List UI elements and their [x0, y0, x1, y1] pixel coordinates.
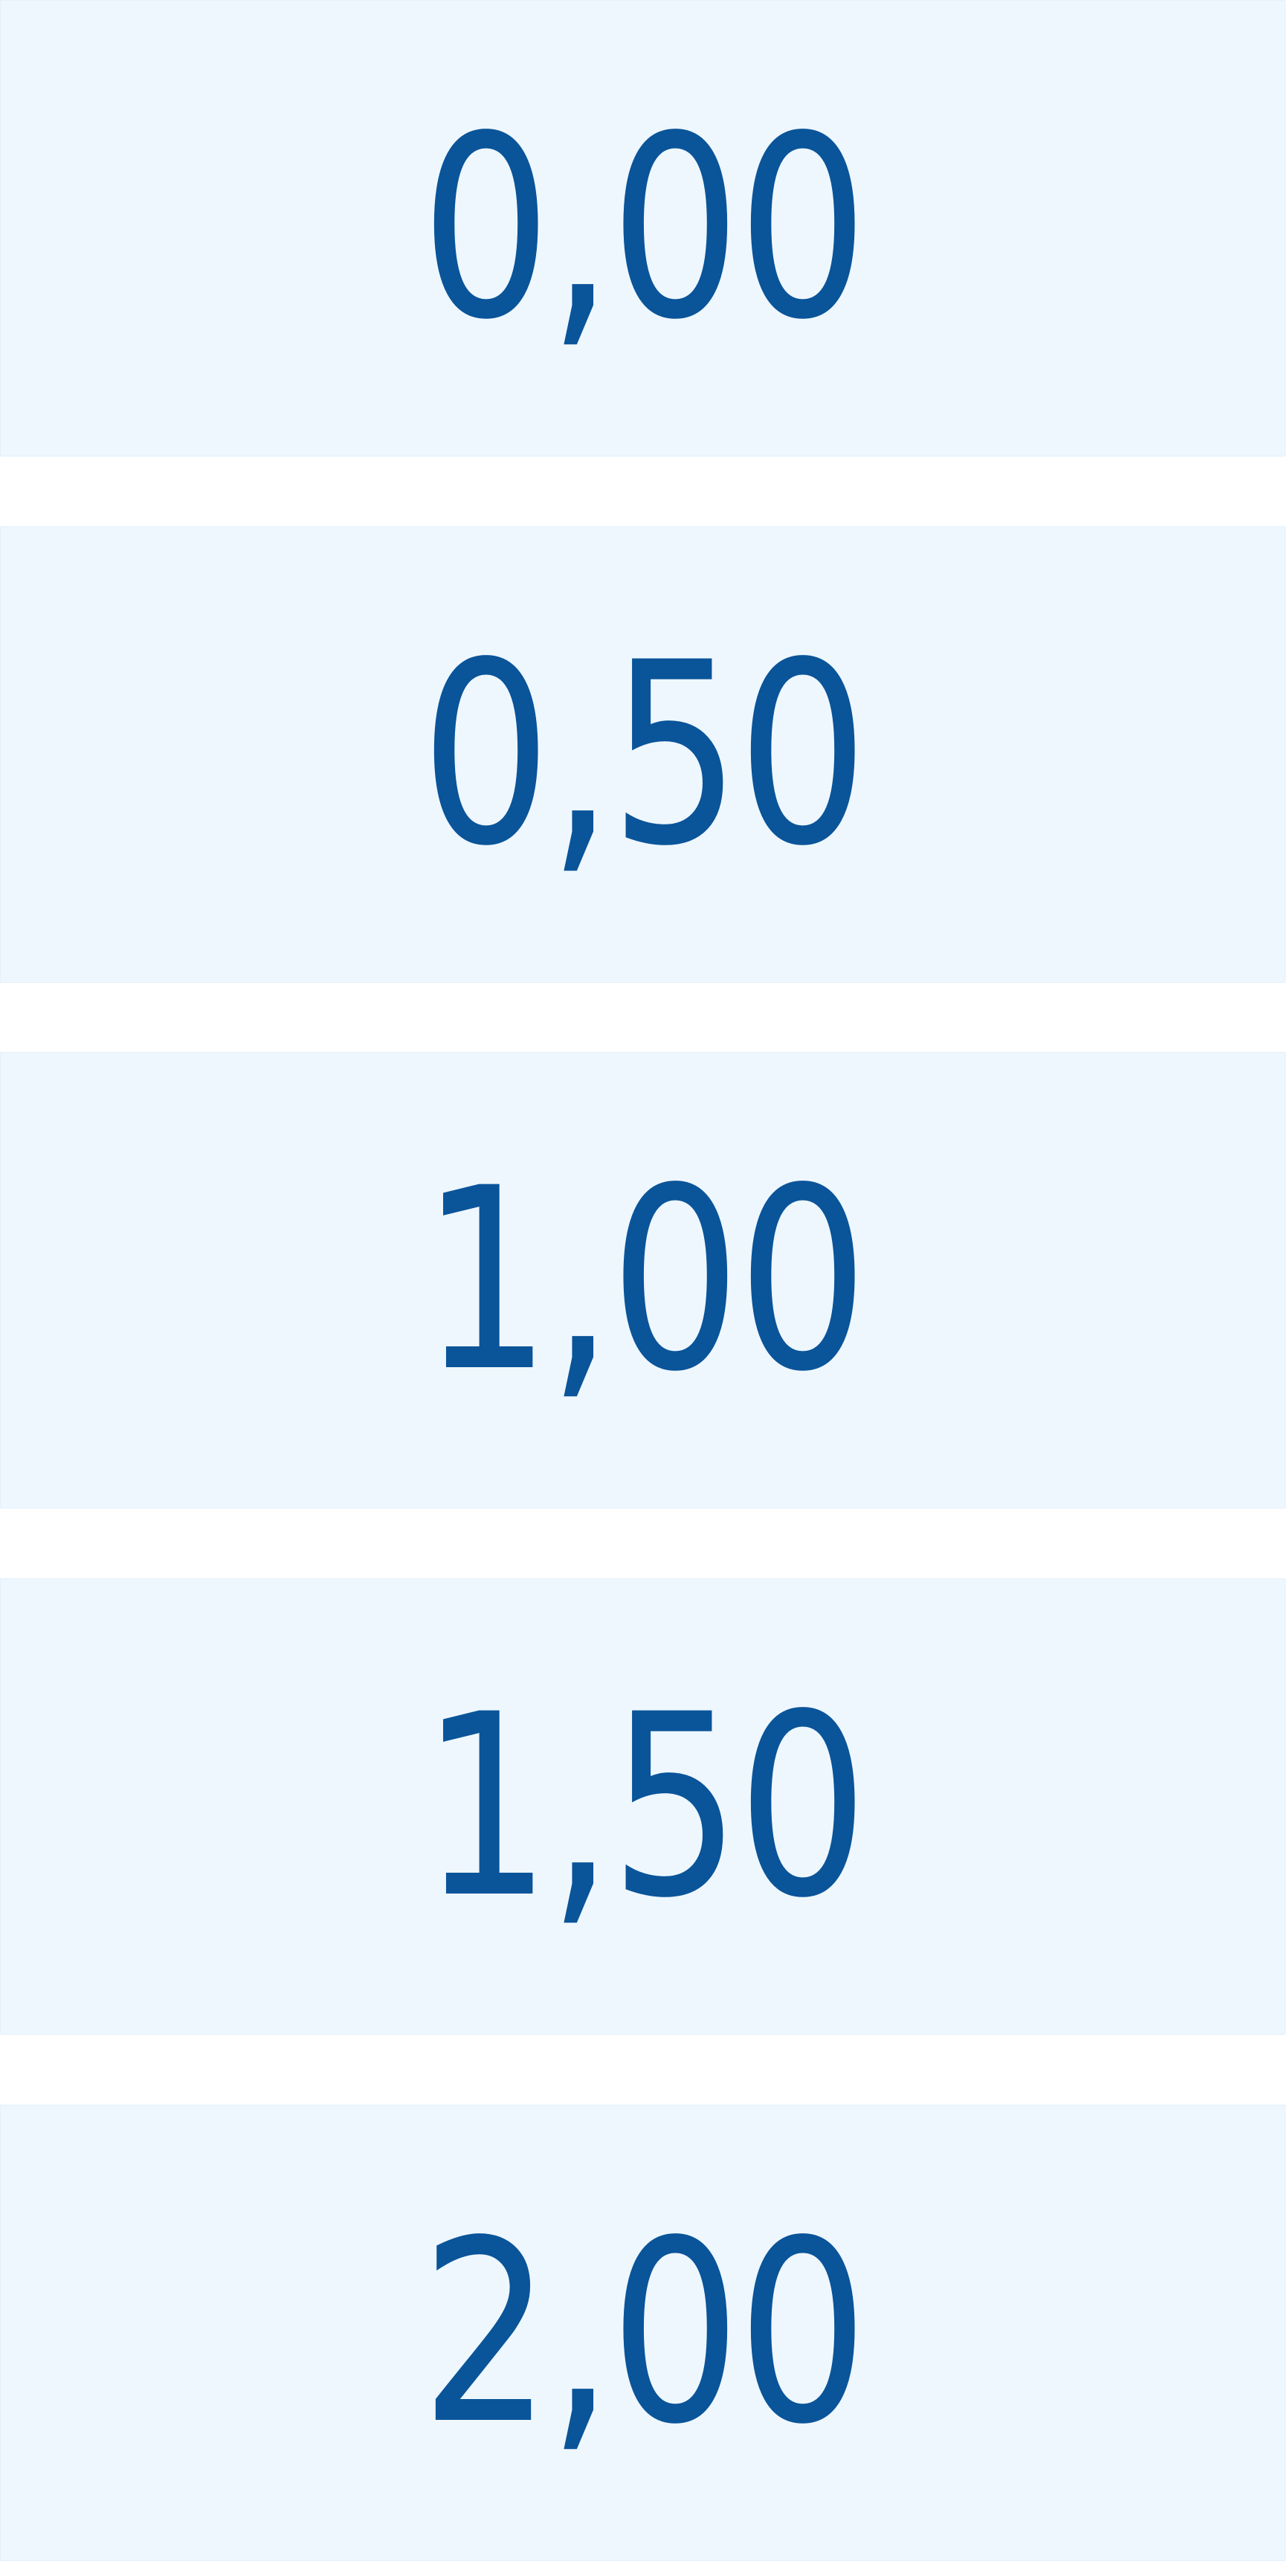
value-option-label: 2,00: [420, 2186, 868, 2479]
value-option-1-00[interactable]: 1,00: [0, 1052, 1286, 1508]
value-option-label: 1,50: [420, 1660, 868, 1953]
value-option-label: 0,00: [420, 82, 868, 375]
value-option-0-00[interactable]: 0,00: [0, 0, 1286, 456]
value-option-1-50[interactable]: 1,50: [0, 1578, 1286, 2035]
value-option-list: 0,00 0,50 1,00 1,50 2,00: [0, 0, 1287, 2576]
value-option-label: 0,50: [420, 608, 868, 901]
value-option-2-00[interactable]: 2,00: [0, 2105, 1286, 2561]
value-option-0-50[interactable]: 0,50: [0, 526, 1286, 983]
value-option-label: 1,00: [420, 1134, 868, 1427]
